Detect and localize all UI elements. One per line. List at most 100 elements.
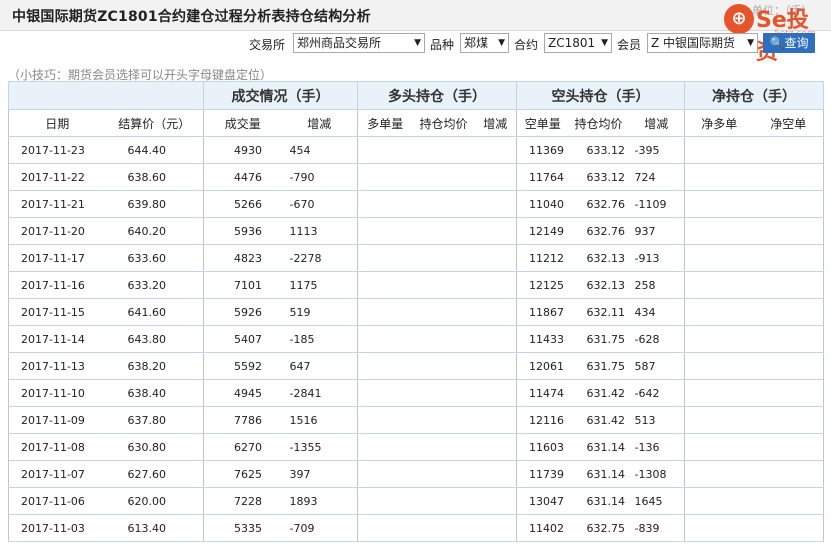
col-header-price: 结算价（元） (105, 109, 204, 137)
cell-net-long (684, 163, 754, 191)
col-header-net-short: 净空单 (753, 109, 824, 137)
col-header-long-qty: 多单量 (357, 109, 413, 137)
cell-net-short (753, 379, 824, 407)
cell-short-change: 258 (628, 271, 685, 299)
chevron-down-icon: ▼ (498, 38, 505, 48)
cell-settle-price: 639.80 (105, 190, 204, 218)
position-structure-table: 成交情况（手） 多头持仓（手） 空头持仓（手） 净持仓（手） 日期 结算价（元）… (8, 81, 824, 542)
cell-long-change (474, 217, 517, 245)
cell-long-avg (412, 190, 475, 218)
cell-volume-change: -670 (281, 190, 358, 218)
group-header-volume: 成交情况（手） (203, 81, 358, 110)
cell-volume-change: 519 (281, 298, 358, 326)
cell-short-qty: 11867 (516, 298, 569, 326)
cell-volume-change: 1175 (281, 271, 358, 299)
cell-short-avg: 632.76 (568, 217, 629, 245)
table-row: 2017-11-10 638.40 4945 -2841 11474 631.42 -642 (8, 379, 824, 407)
table-row: 2017-11-15 641.60 5926 519 11867 632.11 434 (8, 298, 824, 326)
cell-short-change: 434 (628, 298, 685, 326)
cell-net-long (684, 460, 754, 488)
cell-volume: 7786 (203, 406, 282, 434)
cell-long-avg (412, 136, 475, 164)
cell-short-change: -839 (628, 514, 685, 542)
cell-volume: 4930 (203, 136, 282, 164)
table-row: 2017-11-23 644.40 4930 454 11369 633.12 -395 (8, 136, 824, 164)
cell-short-change: 724 (628, 163, 685, 191)
cell-long-avg (412, 271, 475, 299)
cell-long-qty (357, 406, 413, 434)
cell-long-avg (412, 298, 475, 326)
variety-select-value: 郑煤 (464, 36, 489, 50)
cell-long-change (474, 244, 517, 272)
col-header-net-long: 净多单 (684, 109, 754, 137)
cell-long-avg (412, 244, 475, 272)
cell-long-qty (357, 460, 413, 488)
cell-long-change (474, 487, 517, 515)
variety-select[interactable]: 郑煤 ▼ (460, 33, 509, 53)
chevron-down-icon: ▼ (747, 38, 754, 48)
cell-net-long (684, 217, 754, 245)
cell-short-avg: 633.12 (568, 163, 629, 191)
cell-long-avg (412, 487, 475, 515)
column-header-row: 日期 结算价（元） 成交量 增减 多单量 持仓均价 增减 空单量 持仓均价 增减… (8, 109, 824, 137)
cell-short-qty: 12116 (516, 406, 569, 434)
cell-long-change (474, 352, 517, 380)
cell-volume: 5407 (203, 325, 282, 353)
cell-long-change (474, 514, 517, 542)
cell-short-avg: 632.76 (568, 190, 629, 218)
cell-volume-change: 1516 (281, 406, 358, 434)
cell-net-long (684, 325, 754, 353)
group-header-short: 空头持仓（手） (516, 81, 685, 110)
cell-settle-price: 637.80 (105, 406, 204, 434)
search-button-label: 查询 (784, 36, 809, 50)
cell-volume: 7228 (203, 487, 282, 515)
cell-long-change (474, 190, 517, 218)
cell-long-qty (357, 271, 413, 299)
exchange-select[interactable]: 郑州商品交易所 ▼ (293, 33, 425, 53)
cell-date: 2017-11-17 (8, 244, 106, 272)
cell-net-short (753, 460, 824, 488)
chevron-down-icon: ▼ (601, 38, 608, 48)
cell-settle-price: 630.80 (105, 433, 204, 461)
cell-long-qty (357, 136, 413, 164)
cell-date: 2017-11-22 (8, 163, 106, 191)
cell-short-qty: 13047 (516, 487, 569, 515)
cell-volume-change: -709 (281, 514, 358, 542)
cell-settle-price: 633.60 (105, 244, 204, 272)
cell-short-qty: 11402 (516, 514, 569, 542)
col-header-short-change: 增减 (628, 109, 685, 137)
cell-long-qty (357, 514, 413, 542)
cell-long-avg (412, 163, 475, 191)
table-row: 2017-11-09 637.80 7786 1516 12116 631.42 513 (8, 406, 824, 434)
cell-short-qty: 12149 (516, 217, 569, 245)
cell-net-long (684, 244, 754, 272)
contract-select[interactable]: ZC1801 ▼ (544, 33, 612, 53)
cell-net-short (753, 298, 824, 326)
cell-date: 2017-11-20 (8, 217, 106, 245)
table-row: 2017-11-03 613.40 5335 -709 11402 632.75 -839 (8, 514, 824, 542)
cell-volume-change: -2278 (281, 244, 358, 272)
cell-short-qty: 11764 (516, 163, 569, 191)
exchange-label: 交易所 (249, 38, 286, 52)
cell-long-change (474, 271, 517, 299)
cell-volume-change: -185 (281, 325, 358, 353)
cell-date: 2017-11-03 (8, 514, 106, 542)
cell-short-change: -913 (628, 244, 685, 272)
cell-net-long (684, 514, 754, 542)
cell-short-qty: 12125 (516, 271, 569, 299)
cell-volume-change: 647 (281, 352, 358, 380)
member-select[interactable]: Z 中银国际期货 ▼ (647, 33, 758, 53)
cell-date: 2017-11-09 (8, 406, 106, 434)
cell-net-short (753, 406, 824, 434)
cell-volume: 6270 (203, 433, 282, 461)
cell-short-qty: 11739 (516, 460, 569, 488)
cell-settle-price: 638.40 (105, 379, 204, 407)
cell-short-avg: 631.14 (568, 460, 629, 488)
cell-long-avg (412, 460, 475, 488)
cell-volume: 4476 (203, 163, 282, 191)
cell-volume-change: -1355 (281, 433, 358, 461)
search-button[interactable]: 🔍查询 (763, 33, 815, 53)
table-row: 2017-11-17 633.60 4823 -2278 11212 632.13 -913 (8, 244, 824, 272)
cell-short-qty: 11212 (516, 244, 569, 272)
table-row: 2017-11-21 639.80 5266 -670 11040 632.76 -1109 (8, 190, 824, 218)
